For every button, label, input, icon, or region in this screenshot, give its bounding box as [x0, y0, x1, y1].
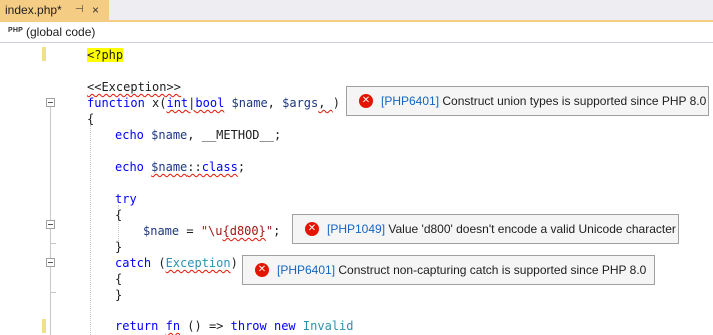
change-marker	[42, 47, 46, 61]
code-line-2: <<Exception>>	[87, 79, 181, 95]
error-tooltip-union-types: ✕ [PHP6401] Construct union types is sup…	[346, 86, 709, 116]
navigation-bar: PHP (global code)	[0, 22, 713, 43]
php-file-icon: PHP	[8, 27, 23, 34]
code-line-3: function x(int|bool $name, $args, )	[87, 96, 340, 110]
fold-tick	[51, 292, 56, 293]
indent-guide	[90, 125, 91, 335]
code-line-6: echo $name::class;	[115, 160, 246, 174]
error-icon: ✕	[255, 263, 269, 277]
error-code[interactable]: [PHP1049]	[327, 222, 385, 236]
error-tooltip-unicode: ✕ [PHP1049] Value 'd800' doesn't encode …	[292, 214, 679, 244]
code-line-11: catch (Exception)	[115, 256, 238, 270]
code-line-8: {	[115, 208, 123, 222]
error-tooltip-catch: ✕ [PHP6401] Construct non-capturing catc…	[242, 255, 655, 285]
tab-strip: index.php* ⊣ ×	[0, 0, 713, 22]
code-line-13: }	[115, 288, 123, 302]
error-icon: ✕	[359, 94, 373, 108]
code-line-12: {	[115, 272, 123, 286]
close-icon[interactable]: ×	[92, 0, 99, 20]
fold-toggle-function[interactable]	[46, 98, 55, 107]
error-icon: ✕	[305, 222, 319, 236]
error-message: Construct union types is supported since…	[442, 94, 707, 108]
pin-icon[interactable]: ⊣	[75, 0, 84, 20]
code-line-14: return fn () => throw new Invalid	[115, 319, 354, 333]
code-line-9: $name = "\u{d800}";	[143, 224, 281, 238]
code-line-10: }	[115, 240, 123, 254]
code-line-5: echo $name, __METHOD__;	[115, 128, 282, 142]
tab-index-php[interactable]: index.php* ⊣ ×	[0, 0, 109, 20]
code-editor[interactable]: <?php <<Exception>> function x(int|bool …	[0, 43, 713, 335]
code-line-7: try	[115, 192, 137, 206]
error-code[interactable]: [PHP6401]	[381, 94, 439, 108]
fold-toggle-catch[interactable]	[46, 258, 55, 267]
error-message: Construct non-capturing catch is support…	[338, 263, 647, 277]
fold-tick	[51, 243, 56, 244]
code-line-1: <?php	[87, 47, 124, 63]
scope-dropdown[interactable]: (global code)	[26, 25, 95, 39]
error-message: Value 'd800' doesn't encode a valid Unic…	[388, 222, 676, 236]
php-open-tag: <?php	[87, 48, 124, 62]
tab-title: index.php*	[5, 3, 62, 17]
change-marker	[42, 319, 46, 333]
error-code[interactable]: [PHP6401]	[277, 263, 335, 277]
attribute: <<Exception>>	[87, 80, 181, 94]
fold-toggle-try[interactable]	[46, 220, 55, 229]
code-line-4: {	[87, 112, 95, 126]
